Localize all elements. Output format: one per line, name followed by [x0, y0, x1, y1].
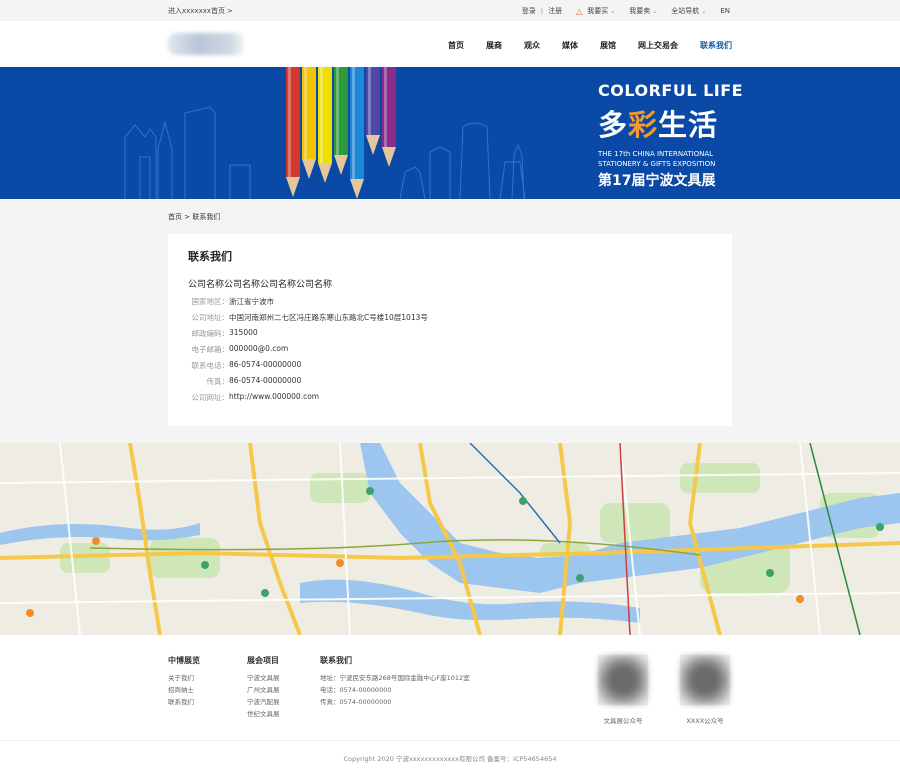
footer-link[interactable]: 宁波汽配展	[247, 696, 280, 708]
login-link[interactable]: 登录	[522, 6, 536, 16]
banner-cn-part-2: 彩	[628, 108, 659, 142]
breadcrumb: 首页 > 联系我们	[168, 212, 220, 222]
row-label: 电子邮箱：	[191, 345, 230, 354]
qr-code-2-label: XXXX公众号	[686, 717, 724, 725]
row-label: 联系电话：	[191, 361, 230, 370]
footer-link[interactable]: 招商纳士	[168, 684, 200, 696]
hero-banner: COLORFUL LIFE 多彩生活 THE 17th CHINA INTERN…	[0, 67, 900, 199]
qr-code-1-label: 文具展公众号	[603, 717, 643, 725]
nav-item-venue[interactable]: 展馆	[600, 40, 616, 51]
banner-artwork	[124, 67, 526, 199]
company-name: 公司名称公司名称公司名称公司名称	[188, 280, 333, 290]
row-label: 公司网址：	[191, 393, 230, 402]
nav-item-exhibitors[interactable]: 展商	[486, 40, 502, 51]
footer-link[interactable]: 广州文具展	[247, 684, 280, 696]
contact-row-email: 电子邮箱： 000000@0.com	[188, 344, 289, 356]
banner-cn-part-3: 生活	[658, 108, 719, 142]
footer-contact-line: 传真：0574-00000000	[320, 698, 392, 706]
contact-row-address: 公司地址： 中国河南郑州二七区冯庄路东寒山东路北C号楼10层1013号	[188, 312, 428, 324]
qr-code-1	[598, 655, 648, 705]
row-value: 315000	[229, 328, 258, 337]
top-utility-bar: 进入xxxxxxx首页 > 登录 | 注册 △ 我要买 ⌄ 我要卖 ⌄ 全站导航 ⌄ E…	[0, 0, 900, 21]
copyright-text: Copyright 2020 宁波xxxxxxxxxxxxx有限公司 备案号：I…	[343, 755, 557, 763]
footer-link[interactable]: 世纪文具展	[247, 708, 280, 720]
site-header: 首页 展商 观众 媒体 展馆 网上交易会 联系我们	[0, 21, 900, 67]
enter-home-label: 进入xxxxxxx首页	[168, 7, 225, 15]
row-value: 86-0574-00000000	[229, 360, 302, 369]
chevron-down-icon: ⌄	[610, 7, 616, 15]
nav-item-visitors[interactable]: 观众	[524, 40, 540, 51]
nav-item-home[interactable]: 首页	[448, 40, 464, 51]
qr-code-2	[680, 655, 730, 705]
chevron-right-icon: >	[227, 7, 233, 15]
nav-item-media[interactable]: 媒体	[562, 40, 578, 51]
banner-en-title: COLORFUL LIFE	[598, 81, 744, 100]
contact-row-region: 国家地区： 浙江省宁波市	[188, 296, 275, 308]
contact-row-fax: 传真： 86-0574-00000000	[188, 376, 302, 388]
chevron-down-icon: ⌄	[701, 7, 707, 15]
footer-col-projects: 展会项目 宁波文具展 广州文具展 宁波汽配展 世纪文具展	[247, 655, 280, 720]
nav-item-contact[interactable]: 联系我们	[700, 40, 732, 51]
footer-link[interactable]: 宁波文具展	[247, 672, 280, 684]
footer-col-company: 中博展览 关于我们 招商纳士 联系我们	[168, 655, 200, 708]
sell-menu[interactable]: 我要卖	[629, 6, 650, 16]
row-value: 中国河南郑州二七区冯庄路东寒山东路北C号楼10层1013号	[229, 313, 428, 322]
banner-cn-part-1: 多	[598, 108, 629, 142]
map-graphic	[0, 443, 900, 635]
nav-item-online-fair[interactable]: 网上交易会	[638, 40, 678, 51]
banner-cn-title: 多彩生活	[598, 102, 718, 144]
site-nav-menu[interactable]: 全站导航	[671, 6, 699, 16]
row-label: 邮政编码：	[191, 329, 230, 338]
row-value: 浙江省宁波市	[229, 297, 274, 306]
contact-row-website: 公司网址： http://www.000000.com	[188, 392, 320, 404]
row-value[interactable]: 000000@0.com	[229, 344, 288, 356]
footer-divider	[0, 740, 900, 741]
row-label: 公司地址：	[191, 313, 230, 322]
row-value[interactable]: http://www.000000.com	[229, 392, 319, 404]
site-footer: 中博展览 关于我们 招商纳士 联系我们 展会项目 宁波文具展 广州文具展 宁波汽…	[0, 635, 900, 774]
banner-subtitle-1: THE 17th CHINA INTERNATIONAL	[598, 150, 714, 158]
row-value: 86-0574-00000000	[229, 376, 302, 385]
row-label: 传真：	[206, 377, 230, 386]
row-label: 国家地区：	[191, 297, 230, 306]
footer-heading: 展会项目	[247, 656, 279, 665]
buy-menu[interactable]: 我要买	[587, 6, 608, 16]
contact-row-phone: 联系电话： 86-0574-00000000	[188, 360, 302, 372]
site-logo[interactable]	[168, 33, 244, 55]
breadcrumb-separator: >	[184, 213, 191, 221]
language-switch[interactable]: EN	[720, 7, 730, 15]
chevron-down-icon: ⌄	[652, 7, 658, 15]
footer-contact-line: 地址：宁波民安东路268号国际金融中心F座1012室	[320, 674, 470, 682]
breadcrumb-current: 联系我们	[192, 213, 221, 221]
contact-card: 联系我们 公司名称公司名称公司名称公司名称 国家地区： 浙江省宁波市 公司地址：…	[168, 234, 732, 426]
page-title: 联系我们	[188, 250, 232, 263]
banner-subtitle-3: 第17届宁波文具展	[598, 173, 716, 189]
banner-subtitle-2: STATIONERY & GIFTS EXPOSITION	[598, 160, 716, 168]
topbar-actions: 登录 | 注册 △ 我要买 ⌄ 我要卖 ⌄ 全站导航 ⌄ EN	[522, 6, 730, 16]
divider: |	[540, 7, 544, 15]
register-link[interactable]: 注册	[548, 6, 562, 16]
footer-heading: 中博展览	[168, 656, 200, 665]
footer-link[interactable]: 关于我们	[168, 672, 200, 684]
footer-contact-line: 电话：0574-00000000	[320, 686, 392, 694]
location-map[interactable]	[0, 443, 900, 635]
footer-col-contact: 联系我们 地址：宁波民安东路268号国际金融中心F座1012室 电话：0574-…	[320, 655, 470, 708]
footer-heading: 联系我们	[320, 656, 352, 665]
main-nav: 首页 展商 观众 媒体 展馆 网上交易会 联系我们	[426, 40, 732, 51]
contact-row-postcode: 邮政编码： 315000	[188, 328, 258, 340]
breadcrumb-home[interactable]: 首页	[168, 213, 182, 221]
bell-icon: △	[576, 6, 583, 16]
footer-link[interactable]: 联系我们	[168, 696, 200, 708]
enter-home-link[interactable]: 进入xxxxxxx首页 >	[168, 6, 233, 16]
